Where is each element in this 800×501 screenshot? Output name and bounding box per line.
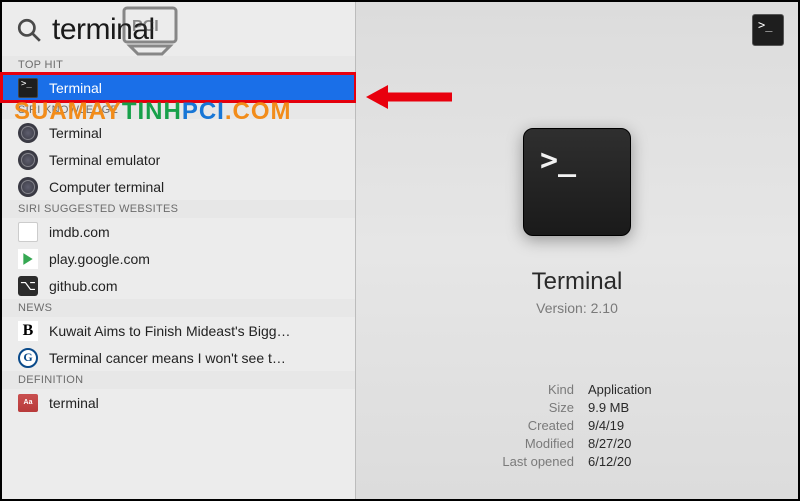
result-news-cancer[interactable]: G Terminal cancer means I won't see t… (2, 344, 355, 371)
preview-metadata: Kind Application Size 9.9 MB Created 9/4… (502, 382, 651, 469)
siri-icon (18, 177, 38, 197)
result-site-imdb[interactable]: imdb.com (2, 218, 355, 245)
result-label: play.google.com (49, 251, 150, 267)
result-label: Terminal (49, 125, 102, 141)
news-source-icon: B (18, 321, 38, 341)
results-pane: terminal TOP HIT Terminal SIRI KNOWLEDGE… (2, 2, 356, 499)
favicon-generic (18, 222, 38, 242)
section-header-siri-knowledge: SIRI KNOWLEDGE (2, 101, 355, 119)
section-header-definition: DEFINITION (2, 371, 355, 389)
meta-key-modified: Modified (502, 436, 574, 451)
search-icon (16, 17, 42, 43)
dictionary-icon: Aa (18, 394, 38, 412)
section-header-news: NEWS (2, 299, 355, 317)
result-label: Terminal (49, 80, 102, 96)
section-header-siri-websites: SIRI SUGGESTED WEBSITES (2, 200, 355, 218)
result-top-hit-terminal[interactable]: Terminal (2, 74, 355, 101)
result-label: terminal (49, 395, 99, 411)
section-header-top-hit: TOP HIT (2, 56, 355, 74)
result-label: Terminal emulator (49, 152, 160, 168)
spotlight-window: terminal TOP HIT Terminal SIRI KNOWLEDGE… (2, 2, 798, 499)
result-label: Computer terminal (49, 179, 164, 195)
favicon-play-icon (18, 249, 38, 269)
meta-key-created: Created (502, 418, 574, 433)
meta-val-size: 9.9 MB (588, 400, 652, 415)
result-siri-computer-terminal[interactable]: Computer terminal (2, 173, 355, 200)
result-site-playgoogle[interactable]: play.google.com (2, 245, 355, 272)
meta-val-opened: 6/12/20 (588, 454, 652, 469)
preview-thumbnail-icon (752, 14, 784, 46)
result-label: imdb.com (49, 224, 110, 240)
siri-icon (18, 123, 38, 143)
result-news-kuwait[interactable]: B Kuwait Aims to Finish Mideast's Bigg… (2, 317, 355, 344)
search-field[interactable]: terminal (2, 2, 355, 56)
meta-val-kind: Application (588, 382, 652, 397)
result-label: Kuwait Aims to Finish Mideast's Bigg… (49, 323, 291, 339)
meta-key-opened: Last opened (502, 454, 574, 469)
terminal-prompt-glyph: >_ (540, 143, 576, 178)
search-query-text: terminal (52, 13, 155, 47)
result-site-github[interactable]: ⌥ github.com (2, 272, 355, 299)
meta-key-size: Size (502, 400, 574, 415)
meta-val-created: 9/4/19 (588, 418, 652, 433)
meta-val-modified: 8/27/20 (588, 436, 652, 451)
terminal-app-icon (18, 78, 38, 98)
favicon-github-icon: ⌥ (18, 276, 38, 296)
meta-key-kind: Kind (502, 382, 574, 397)
preview-version: Version: 2.10 (356, 300, 798, 316)
preview-pane: >_ Terminal Version: 2.10 Kind Applicati… (356, 2, 798, 499)
result-siri-terminal-emulator[interactable]: Terminal emulator (2, 146, 355, 173)
preview-app-icon: >_ (523, 128, 631, 236)
result-label: Terminal cancer means I won't see t… (49, 350, 286, 366)
preview-title: Terminal (356, 268, 798, 296)
result-siri-terminal[interactable]: Terminal (2, 119, 355, 146)
news-source-icon: G (18, 348, 38, 368)
result-definition-terminal[interactable]: Aa terminal (2, 389, 355, 416)
siri-icon (18, 150, 38, 170)
result-label: github.com (49, 278, 117, 294)
